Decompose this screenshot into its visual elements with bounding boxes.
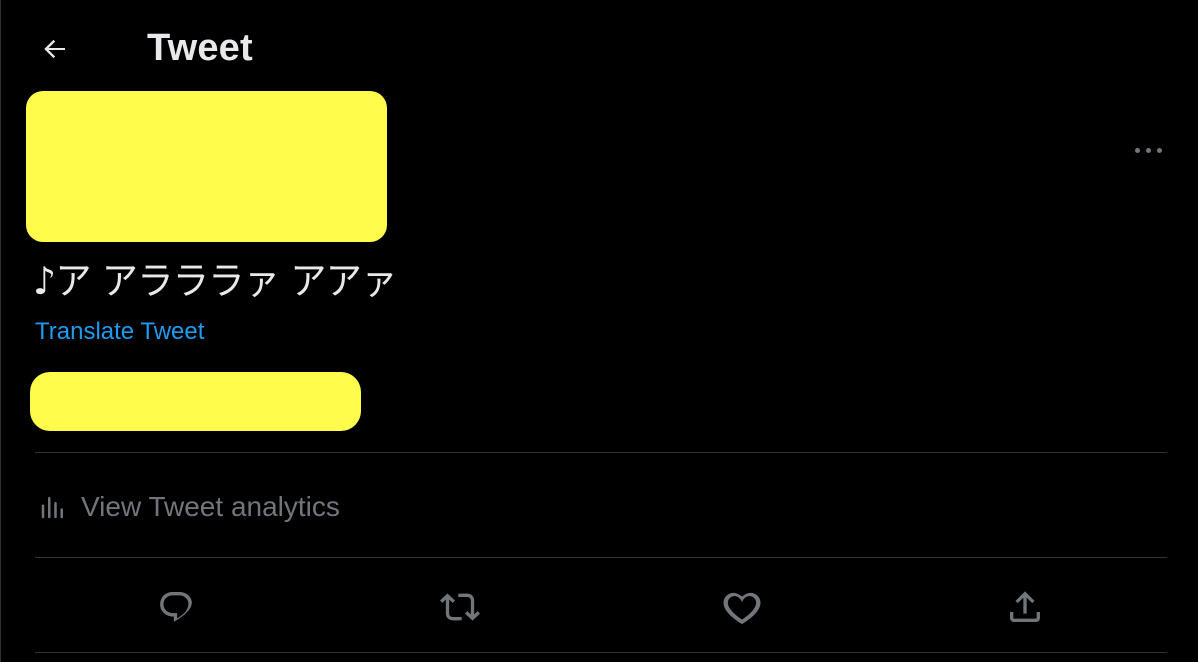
- header: Tweet: [0, 0, 1198, 96]
- like-button[interactable]: [715, 580, 769, 634]
- more-options-button[interactable]: [1124, 136, 1172, 164]
- bar-chart-icon: [41, 497, 63, 519]
- more-horizontal-icon: [1134, 147, 1140, 153]
- share-icon: [1010, 591, 1040, 622]
- divider: [35, 452, 1167, 453]
- arrow-left-icon: [44, 39, 65, 59]
- view-tweet-analytics-button[interactable]: View Tweet analytics: [38, 486, 340, 528]
- reply-button[interactable]: [149, 580, 203, 634]
- retweet-icon: [440, 593, 480, 621]
- translate-tweet-link[interactable]: Translate Tweet: [35, 316, 204, 348]
- divider: [35, 557, 1167, 558]
- page-title: Tweet: [147, 27, 253, 69]
- tweet-text: ♪ア アラララァ アアァ: [33, 260, 397, 304]
- analytics-label: View Tweet analytics: [81, 491, 340, 522]
- share-button[interactable]: [998, 580, 1052, 634]
- more-dot: [1145, 147, 1151, 153]
- reply-icon: [160, 592, 192, 622]
- timeline-left-border: [0, 0, 1, 662]
- divider: [35, 652, 1167, 653]
- back-button[interactable]: [32, 26, 78, 72]
- redacted-timestamp: [30, 372, 361, 431]
- retweet-button[interactable]: [433, 580, 487, 634]
- more-dot: [1156, 147, 1162, 153]
- like-icon: [723, 592, 761, 624]
- redacted-author-info: [26, 91, 387, 242]
